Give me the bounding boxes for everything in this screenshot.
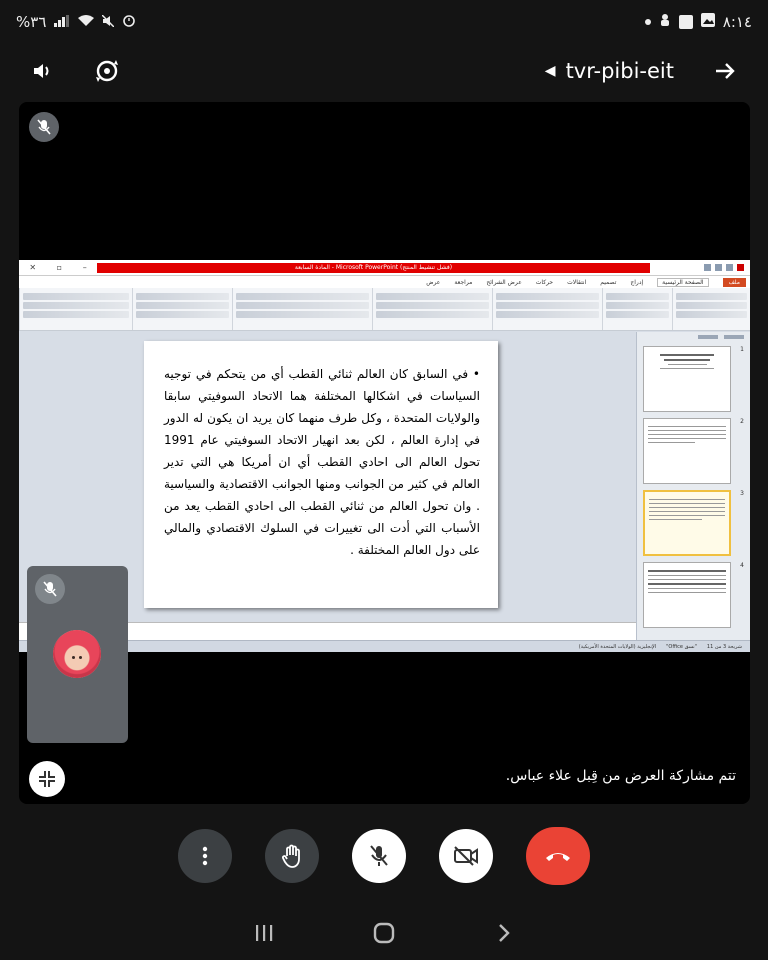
slide-thumbnail-3	[643, 490, 731, 556]
camera-button[interactable]	[439, 829, 493, 883]
end-call-button[interactable]	[526, 827, 590, 885]
mic-off-icon	[370, 845, 388, 866]
presenter-mic-off-icon	[29, 112, 59, 142]
thumbnail-pane-tabs	[637, 332, 750, 342]
ppt-titlebar: ✕ ▫ – المادة السابعة - Microsoft PowerPoin…	[19, 260, 750, 276]
ppt-tab-file: ملف	[722, 277, 746, 287]
notification-icon	[659, 13, 671, 31]
more-vert-icon	[202, 846, 208, 866]
ribbon-group-editing	[19, 288, 132, 330]
ribbon-group-drawing	[232, 288, 372, 330]
slide-thumbnail-4	[643, 562, 731, 628]
slide-thumbnail-number-1: 1	[740, 346, 744, 353]
slide-thumbnail-2	[643, 418, 731, 484]
ribbon-group-font	[492, 288, 602, 330]
ppt-tab-slideshow: عرض الشرائح	[486, 278, 522, 286]
shared-powerpoint-window: ✕ ▫ – المادة السابعة - Microsoft PowerPoin…	[19, 260, 750, 652]
signal-icon	[54, 13, 70, 31]
self-view-tile[interactable]	[27, 566, 128, 743]
slide-thumbnail-number-4: 4	[740, 562, 744, 569]
meeting-code-text: tvr-pibi-eit	[565, 59, 674, 83]
slide-thumbnail-number-2: 2	[740, 418, 744, 425]
android-nav-bar	[0, 906, 768, 960]
minimize-presentation-button[interactable]	[29, 761, 65, 797]
ppt-tab-transitions: انتقالات	[567, 278, 587, 286]
arrow-right-icon[interactable]	[708, 54, 742, 88]
ppt-tab-home: الصفحة الرئيسية	[657, 277, 709, 287]
gallery-icon	[700, 13, 715, 31]
videocam-off-icon	[454, 846, 478, 866]
ppt-tab-insert: إدراج	[630, 278, 644, 286]
meeting-code[interactable]: ◀ tvr-pibi-eit	[545, 59, 674, 83]
notification-dot-icon	[644, 19, 651, 25]
ppt-body: • في السابق كان العالم ثنائي القطب أي من…	[19, 332, 750, 640]
avatar	[53, 630, 101, 678]
ppt-statusbar: شريحة 3 من 11 "Office نسق" الإنجليزية (ا…	[19, 640, 750, 652]
ribbon-group-clipboard	[672, 288, 750, 330]
ppt-tab-design: تصميم	[600, 278, 617, 286]
status-bar: %٣٦ ٨:١٤	[0, 0, 768, 44]
ppt-tab-animations: حركات	[535, 278, 554, 286]
slide-count: شريحة 3 من 11	[706, 643, 742, 650]
call-controls	[0, 826, 768, 890]
ribbon-group-slides	[602, 288, 672, 330]
self-mic-off-icon	[35, 574, 65, 604]
ppt-ribbon-tabs: ملف الصفحة الرئيسية إدراج تصميم انتقالات…	[19, 276, 750, 288]
window-controls: ✕ ▫ –	[29, 263, 87, 272]
ppt-ribbon	[19, 288, 750, 331]
mute-icon	[101, 13, 115, 31]
language-indicator: الإنجليزية (الولايات المتحدة الأمريكية)	[578, 643, 657, 650]
back-icon[interactable]	[484, 923, 524, 943]
slide-body-text: • في السابق كان العالم ثنائي القطب أي من…	[164, 367, 480, 557]
more-options-button[interactable]	[178, 829, 232, 883]
recents-icon[interactable]	[244, 924, 284, 942]
alarm-icon	[122, 13, 136, 31]
slide-thumbnail-number-3: 3	[740, 490, 744, 497]
switch-camera-icon[interactable]	[90, 54, 124, 88]
ribbon-group-arrange	[132, 288, 232, 330]
slide-thumbnail-1	[643, 346, 731, 412]
presentation-stage: ✕ ▫ – المادة السابعة - Microsoft PowerPoin…	[19, 102, 750, 804]
chevron-left-icon: ◀	[544, 63, 556, 79]
ppt-tab-review: مراجعة	[454, 278, 473, 286]
collapse-icon	[39, 771, 55, 787]
presenting-label: تتم مشاركة العرض من قِبل علاء عباس.	[505, 768, 736, 784]
ppt-title: المادة السابعة - Microsoft PowerPoint (ف…	[97, 262, 650, 273]
theme-name: "Office نسق"	[666, 643, 697, 650]
raise-hand-button[interactable]	[265, 829, 319, 883]
end-call-icon	[546, 853, 570, 861]
hand-icon	[282, 844, 300, 868]
home-icon[interactable]	[364, 922, 404, 944]
quick-access-toolbar	[690, 264, 750, 271]
wifi-icon	[78, 13, 95, 31]
slide-thumbnails-pane: 1 2 3 4	[636, 332, 750, 640]
battery-level: %٣٦	[16, 13, 47, 31]
current-slide: • في السابق كان العالم ثنائي القطب أي من…	[144, 341, 498, 608]
clock-time: ٨:١٤	[722, 13, 752, 31]
speaker-icon[interactable]	[26, 54, 60, 88]
ribbon-group-paragraph	[372, 288, 492, 330]
ppt-tab-view: عرض	[426, 278, 441, 286]
app-notification-icon	[678, 15, 693, 29]
meeting-header: ◀ tvr-pibi-eit	[0, 48, 768, 94]
microphone-button[interactable]	[352, 829, 406, 883]
